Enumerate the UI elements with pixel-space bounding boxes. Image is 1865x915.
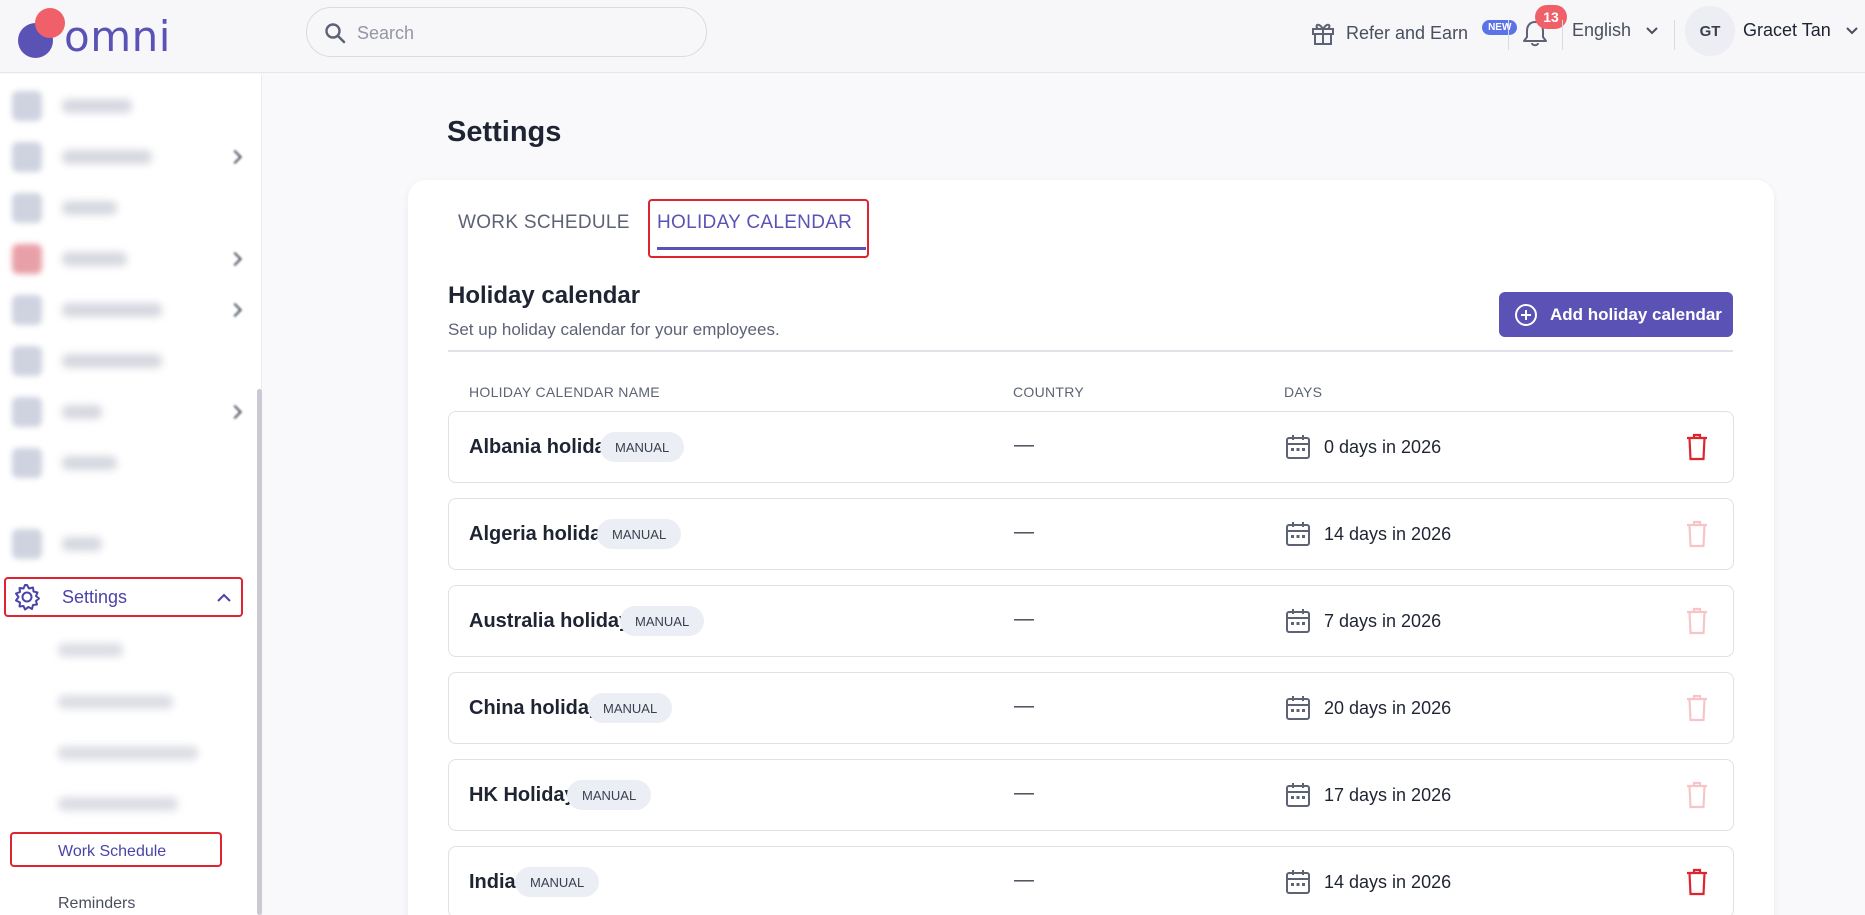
table-row[interactable]: India MANUAL — 14 days in 2026 xyxy=(448,846,1734,915)
refer-label: Refer and Earn xyxy=(1346,22,1469,43)
type-chip: MANUAL xyxy=(600,432,685,462)
column-header-name: HOLIDAY CALENDAR NAME xyxy=(469,384,660,400)
header-divider xyxy=(1508,20,1509,50)
sidebar-subitem-reminders[interactable]: Reminders xyxy=(58,895,135,913)
table-row[interactable]: Algeria holidays MANUAL — 14 days in 202… xyxy=(448,498,1734,570)
type-chip: MANUAL xyxy=(515,867,600,897)
column-header-days: DAYS xyxy=(1284,384,1323,400)
refer-and-earn-link[interactable]: Refer and Earn NEW xyxy=(1310,18,1518,48)
sidebar-item-blurred[interactable] xyxy=(8,290,244,330)
column-header-country: COUNTRY xyxy=(1013,384,1085,400)
sidebar-item-blurred[interactable] xyxy=(8,392,244,432)
tab-work-schedule[interactable]: WORK SCHEDULE xyxy=(458,212,630,234)
add-button-label: Add holiday calendar xyxy=(1550,304,1722,324)
trash-icon xyxy=(1687,607,1707,635)
header-divider xyxy=(1674,20,1675,50)
chevron-down-icon xyxy=(1646,26,1658,34)
sidebar-item-blurred[interactable] xyxy=(8,188,244,228)
sidebar-scrollbar[interactable] xyxy=(257,389,262,915)
country-value: — xyxy=(1014,608,1034,630)
trash-icon[interactable] xyxy=(1685,868,1709,896)
sidebar-subitem-blurred[interactable] xyxy=(58,643,123,657)
language-label: English xyxy=(1572,20,1632,40)
page-title: Settings xyxy=(447,116,562,148)
country-value: — xyxy=(1014,434,1034,456)
avatar[interactable]: GT xyxy=(1685,6,1735,56)
chevron-up-icon xyxy=(217,593,231,602)
gear-icon xyxy=(15,584,40,611)
calendar-icon xyxy=(1286,696,1310,720)
days-value: 17 days in 2026 xyxy=(1324,785,1452,805)
trash-icon[interactable] xyxy=(1685,433,1709,461)
country-value: — xyxy=(1014,521,1034,543)
days-value: 0 days in 2026 xyxy=(1324,437,1442,457)
sidebar-subitem-work-schedule[interactable]: Work Schedule xyxy=(10,832,222,867)
table-row[interactable]: HK Holidays MANUAL — 17 days in 2026 xyxy=(448,759,1734,831)
sidebar-item-blurred[interactable] xyxy=(8,137,244,177)
section-title: Holiday calendar xyxy=(448,282,641,309)
logo-text: omni xyxy=(64,12,171,61)
sidebar-item-blurred[interactable] xyxy=(8,86,244,126)
gift-icon xyxy=(1312,23,1334,45)
sidebar-item-blurred[interactable] xyxy=(8,443,244,483)
trash-icon xyxy=(1687,781,1707,809)
header-divider xyxy=(1562,20,1563,50)
search-box[interactable] xyxy=(306,7,707,57)
sidebar-item-blurred[interactable] xyxy=(8,524,244,564)
tab-holiday-calendar[interactable]: HOLIDAY CALENDAR xyxy=(657,212,852,234)
sidebar xyxy=(0,74,262,915)
add-holiday-calendar-button[interactable]: Add holiday calendar xyxy=(1499,292,1733,337)
section-subtitle: Set up holiday calendar for your employe… xyxy=(448,320,780,339)
days-value: 20 days in 2026 xyxy=(1324,698,1452,718)
type-chip: MANUAL xyxy=(588,693,673,723)
language-selector[interactable]: English xyxy=(1572,20,1659,41)
sidebar-item-settings[interactable]: Settings xyxy=(4,577,243,617)
work-schedule-label: Work Schedule xyxy=(58,843,167,860)
days-value: 14 days in 2026 xyxy=(1324,872,1452,892)
user-menu[interactable]: Gracet Tan xyxy=(1743,20,1859,41)
type-chip: MANUAL xyxy=(597,519,682,549)
calendar-name[interactable]: India xyxy=(469,871,516,894)
sidebar-subitem-blurred[interactable] xyxy=(58,746,198,760)
sidebar-subitem-blurred[interactable] xyxy=(58,797,178,811)
calendar-icon xyxy=(1286,870,1310,894)
country-value: — xyxy=(1014,782,1034,804)
trash-icon xyxy=(1687,520,1707,548)
search-input[interactable] xyxy=(357,18,687,48)
sidebar-item-blurred[interactable] xyxy=(8,341,244,381)
omni-logo[interactable]: omni xyxy=(18,8,178,61)
search-icon xyxy=(325,23,346,44)
country-value: — xyxy=(1014,695,1034,717)
days-value: 14 days in 2026 xyxy=(1324,524,1452,544)
calendar-icon xyxy=(1286,783,1310,807)
trash-icon xyxy=(1687,694,1707,722)
table-row[interactable]: Albania holidays MANUAL — 0 days in 2026 xyxy=(448,411,1734,483)
plus-circle-icon xyxy=(1515,303,1537,326)
user-name: Gracet Tan xyxy=(1743,20,1831,40)
new-badge: NEW xyxy=(1482,19,1518,35)
settings-label: Settings xyxy=(62,586,128,607)
type-chip: MANUAL xyxy=(620,606,705,636)
section-divider xyxy=(448,350,1733,352)
days-value: 7 days in 2026 xyxy=(1324,611,1442,631)
sidebar-subitem-blurred[interactable] xyxy=(58,695,173,709)
calendar-icon xyxy=(1286,435,1310,459)
calendar-name[interactable]: Australia holidays xyxy=(469,610,641,633)
table-row[interactable]: Australia holidays MANUAL — 7 days in 20… xyxy=(448,585,1734,657)
logo-mark-red xyxy=(35,8,65,38)
calendar-icon xyxy=(1286,609,1310,633)
calendar-icon xyxy=(1286,522,1310,546)
chevron-down-icon xyxy=(1846,26,1858,34)
type-chip: MANUAL xyxy=(567,780,652,810)
table-row[interactable]: China holidays MANUAL — 20 days in 2026 xyxy=(448,672,1734,744)
sidebar-item-blurred[interactable] xyxy=(8,239,244,279)
top-header: omni Refer and Earn NEW 13 English GT Gr… xyxy=(0,0,1865,73)
active-tab-indicator xyxy=(657,247,866,250)
country-value: — xyxy=(1014,869,1034,891)
